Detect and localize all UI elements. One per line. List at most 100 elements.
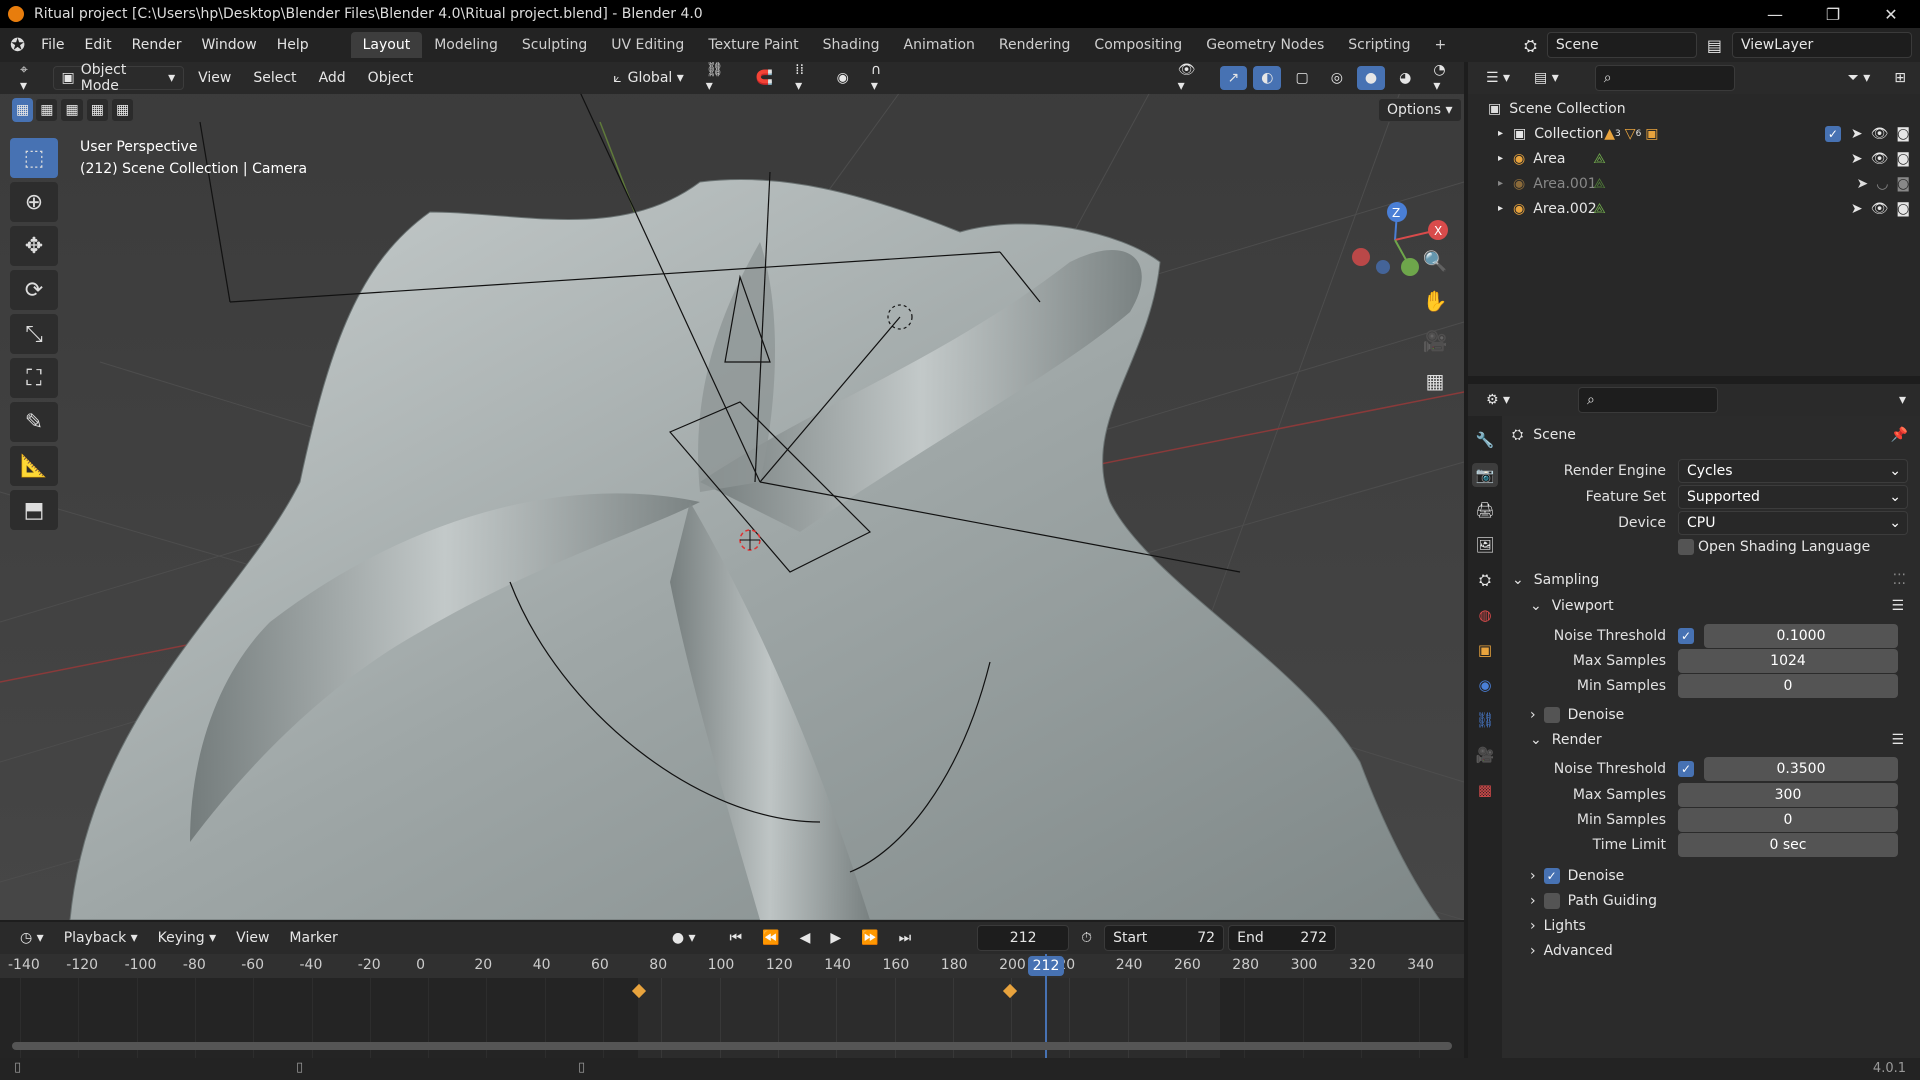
jump-end-icon[interactable]: ⏭: [891, 926, 920, 950]
pin-icon[interactable]: 📌: [1891, 427, 1908, 443]
eye-closed-icon[interactable]: ◡: [1876, 176, 1888, 192]
camera-view-icon[interactable]: 🎥: [1416, 324, 1454, 358]
physics-tab-icon[interactable]: ◉: [1472, 673, 1498, 697]
tab-rendering[interactable]: Rendering: [987, 32, 1083, 58]
tab-animation[interactable]: Animation: [892, 32, 987, 58]
render-tab-icon[interactable]: 📷: [1472, 463, 1498, 487]
outliner-row-area[interactable]: ▸ ◉ Area ⟁ ➤ 👁 ◙: [1468, 146, 1920, 171]
material-shading-icon[interactable]: ◕: [1391, 66, 1419, 90]
selectable-arrow-icon[interactable]: ➤: [1851, 151, 1863, 167]
path-guiding-checkbox[interactable]: [1543, 893, 1560, 909]
perspective-toggle-icon[interactable]: ▦: [1416, 364, 1454, 398]
gizmo-toggle-icon[interactable]: ↗: [1219, 66, 1248, 90]
move-icon[interactable]: ✥: [10, 226, 58, 266]
menu-marker[interactable]: Marker: [281, 926, 345, 950]
jump-keyframe-back-icon[interactable]: ⏪: [754, 926, 787, 950]
render-camera-icon[interactable]: ◙: [1896, 151, 1910, 167]
snap-icon[interactable]: 🧲: [748, 66, 781, 90]
texture-tab-icon[interactable]: ▩: [1472, 778, 1498, 802]
menu-view[interactable]: View: [190, 66, 239, 90]
r-noise-threshold-field[interactable]: 0.3500: [1704, 757, 1898, 781]
scene-tab-icon[interactable]: ⛭: [1472, 568, 1498, 592]
tab-scripting[interactable]: Scripting: [1336, 32, 1422, 58]
menu-help[interactable]: Help: [267, 37, 319, 53]
render-subsection[interactable]: ⌄ Render ☰: [1502, 726, 1920, 754]
scale-icon[interactable]: ⤡: [10, 314, 58, 354]
timeline-area[interactable]: -140 -120 -100 -80 -60 -40 -20 0 20 40 60 80 100 120 1…: [0, 954, 1464, 1058]
viewport-subsection[interactable]: ⌄ Viewport ☰: [1502, 592, 1920, 620]
menu-window[interactable]: Window: [192, 37, 267, 53]
outliner-row-area-002[interactable]: ▸ ◉ Area.002 ⟁ ➤ 👁 ◙: [1468, 196, 1920, 221]
select-intersect-icon[interactable]: ▦: [110, 98, 135, 122]
menu-keying[interactable]: Keying ▾: [150, 926, 225, 950]
world-tab-icon[interactable]: ◍: [1472, 603, 1498, 627]
jump-start-icon[interactable]: ⏮: [722, 926, 751, 950]
proportional-edit-icon[interactable]: ◉: [829, 66, 857, 90]
vp-max-samples-field[interactable]: 1024: [1678, 649, 1898, 673]
tool-tab-icon[interactable]: 🔧: [1472, 428, 1498, 452]
properties-options-icon[interactable]: ▾: [1891, 388, 1914, 412]
sampling-section[interactable]: ⌄ Sampling ⁚⁚⁚: [1502, 566, 1920, 594]
output-tab-icon[interactable]: 🖨: [1472, 498, 1498, 522]
outliner-row-area-001[interactable]: ▸ ◉ Area.001 ⟁ ➤ ◡ ◙: [1468, 171, 1920, 196]
rendered-shading-icon[interactable]: ◔ ▾: [1425, 62, 1464, 94]
osl-checkbox[interactable]: [1678, 539, 1694, 555]
select-extend-icon[interactable]: ▦: [35, 98, 59, 122]
outliner-scene-collection[interactable]: ▣ Scene Collection: [1468, 96, 1920, 121]
auto-keying-icon[interactable]: ● ▾: [664, 926, 704, 950]
object-tab-icon[interactable]: ▣: [1472, 638, 1498, 662]
annotate-icon[interactable]: ✎: [10, 402, 58, 442]
falloff-icon[interactable]: ∩ ▾: [863, 62, 900, 94]
pan-hand-icon[interactable]: ✋: [1416, 284, 1454, 318]
zoom-icon[interactable]: 🔍: [1416, 244, 1454, 278]
overlays-icon[interactable]: ◐: [1253, 66, 1282, 90]
editor-type-icon[interactable]: ⌖ ▾: [12, 62, 47, 94]
render-camera-icon[interactable]: ◙: [1896, 201, 1910, 217]
tab-texture-paint[interactable]: Texture Paint: [696, 32, 810, 58]
add-workspace-button[interactable]: +: [1423, 32, 1459, 58]
selectable-arrow-icon[interactable]: ➤: [1851, 201, 1863, 217]
display-mode-icon[interactable]: ▤ ▾: [1526, 66, 1567, 90]
render-engine-dropdown[interactable]: Cycles ⌄: [1678, 459, 1908, 483]
solid-shading-icon[interactable]: ●: [1356, 66, 1386, 90]
menu-file[interactable]: File: [31, 37, 74, 53]
tab-uv-editing[interactable]: UV Editing: [599, 32, 696, 58]
r-denoise-checkbox[interactable]: ✓: [1543, 868, 1560, 884]
tab-shading[interactable]: Shading: [811, 32, 892, 58]
outliner-search-input[interactable]: ⌕: [1594, 65, 1735, 91]
wireframe-shading-icon[interactable]: ◎: [1323, 66, 1351, 90]
menu-render[interactable]: Render: [122, 37, 192, 53]
play-icon[interactable]: ▶: [822, 926, 849, 950]
select-invert-icon[interactable]: ▦: [85, 98, 109, 122]
outliner-row-collection[interactable]: ▸ ▣ Collection ▲ 3 ▽ 6 ▣ ✓ ➤ 👁 ◙: [1468, 121, 1920, 146]
view-layer-icon[interactable]: ▤: [1705, 32, 1724, 60]
select-new-icon[interactable]: ▦: [12, 98, 34, 122]
r-max-samples-field[interactable]: 300: [1678, 783, 1898, 807]
frame-start-field[interactable]: Start 72: [1104, 925, 1225, 951]
constraints-tab-icon[interactable]: ⛓: [1472, 708, 1498, 732]
timeline-scrollbar[interactable]: [12, 1042, 1452, 1050]
blender-menu-icon[interactable]: ✪: [10, 35, 25, 56]
menu-timeline-view[interactable]: View: [228, 926, 277, 950]
vp-min-samples-field[interactable]: 0: [1678, 674, 1898, 698]
scene-selector-icon[interactable]: ⛭: [1522, 32, 1539, 60]
tab-layout[interactable]: Layout: [350, 32, 423, 58]
rotate-icon[interactable]: ⟳: [10, 270, 58, 310]
tab-modeling[interactable]: Modeling: [422, 32, 510, 58]
3d-viewport[interactable]: Z X: [0, 62, 1464, 920]
frame-end-field[interactable]: End 272: [1228, 925, 1337, 951]
new-collection-icon[interactable]: ⊞: [1886, 66, 1914, 90]
presets-list-icon[interactable]: ☰: [1891, 598, 1904, 614]
eye-icon[interactable]: 👁: [1871, 151, 1889, 167]
object-mode-dropdown[interactable]: ▣ Object Mode ▾: [52, 62, 185, 94]
transform-icon[interactable]: ⛶: [10, 358, 58, 398]
properties-search-input[interactable]: ⌕: [1578, 387, 1719, 413]
render-camera-icon[interactable]: ◙: [1896, 126, 1910, 142]
drag-handle-icon[interactable]: ⁚⁚⁚: [1893, 572, 1906, 588]
r-min-samples-field[interactable]: 0: [1678, 808, 1898, 832]
selectable-arrow-icon[interactable]: ➤: [1856, 176, 1868, 192]
measure-icon[interactable]: 📐: [10, 446, 58, 486]
minimize-button[interactable]: —: [1746, 0, 1804, 28]
select-box-icon[interactable]: ⬚: [10, 138, 58, 178]
options-dropdown[interactable]: Options ▾: [1378, 98, 1462, 122]
